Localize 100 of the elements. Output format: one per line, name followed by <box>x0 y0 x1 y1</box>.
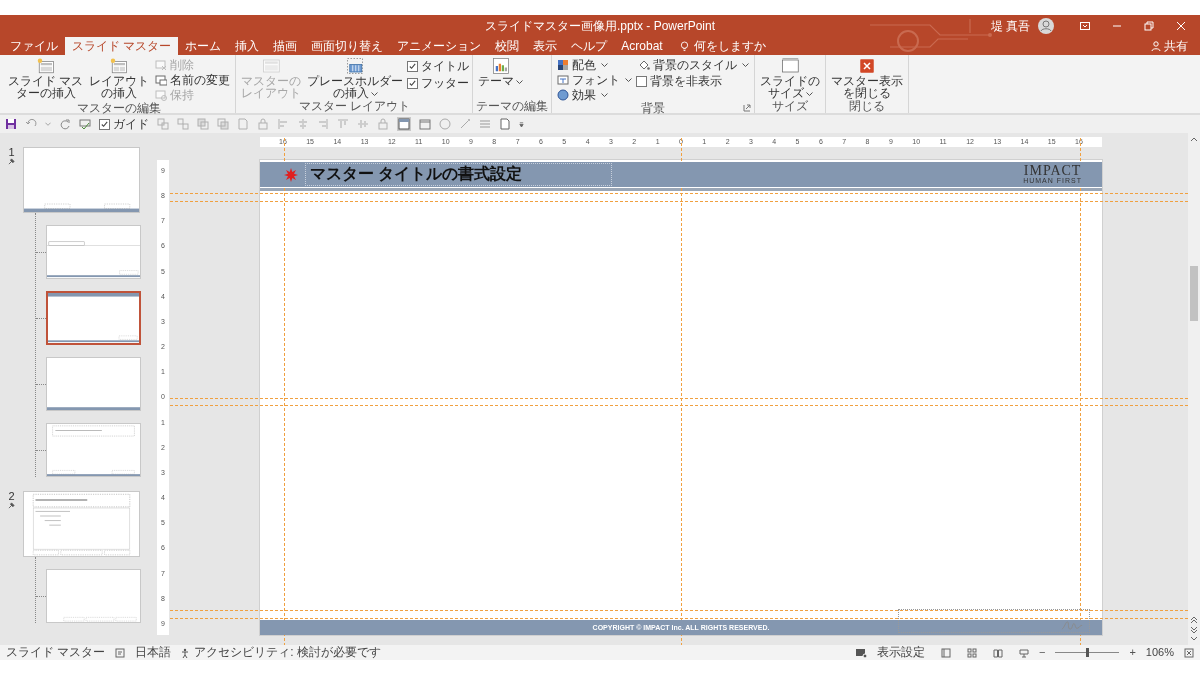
ribbon-button[interactable]: 効果 <box>555 88 635 102</box>
avatar-icon[interactable] <box>1038 18 1054 34</box>
checkbox[interactable] <box>99 118 110 130</box>
ribbon-tab[interactable]: 挿入 <box>228 37 267 55</box>
group-label: テーマの編集 <box>476 100 549 113</box>
customize-icon[interactable] <box>519 120 524 128</box>
signature-drawing <box>1061 620 1083 631</box>
zoom-out-button[interactable]: − <box>1039 645 1046 660</box>
ribbon-button[interactable]: スライド マス ターの挿入 <box>6 57 86 99</box>
zoom-slider-thumb[interactable] <box>1086 648 1090 657</box>
spelling-icon[interactable] <box>79 118 91 130</box>
group-label: マスター レイアウト <box>298 100 410 113</box>
user-name: 堤 真吾 <box>990 17 1030 35</box>
person-icon <box>1151 41 1161 51</box>
pin-icon <box>8 158 15 165</box>
slide-thumbnail[interactable] <box>46 291 141 345</box>
page-icon[interactable] <box>499 118 511 130</box>
ribbon-tab[interactable]: Acrobat <box>614 37 670 55</box>
tell-me-search[interactable]: 何をしますか <box>693 37 766 55</box>
ribbon-button[interactable]: 名前の変更 <box>153 73 233 87</box>
ribbon-button[interactable]: テーマ <box>476 57 526 87</box>
lock-icon[interactable] <box>377 118 389 130</box>
zoom-level[interactable]: 106% <box>1145 645 1174 660</box>
close-icon[interactable] <box>1176 21 1186 31</box>
group-label: 背景 <box>641 102 666 115</box>
squares-icon[interactable] <box>177 118 189 130</box>
ribbon-button[interactable]: レイアウト の挿入 <box>87 57 152 99</box>
font-icon <box>557 74 570 86</box>
squares-icon[interactable] <box>197 118 209 130</box>
display-settings-button[interactable]: 表示設定 <box>877 645 925 660</box>
slide-thumbnail[interactable] <box>46 423 141 477</box>
ribbon-button[interactable]: 背景のスタイル <box>636 58 752 72</box>
ribbon-button[interactable]: 配色 <box>555 58 635 72</box>
group-label: サイズ <box>772 100 809 113</box>
normal-view-icon[interactable] <box>941 647 951 658</box>
slide-number: 1 <box>8 147 15 158</box>
scroll-up-icon[interactable] <box>1190 616 1198 624</box>
restore-icon[interactable] <box>1144 21 1154 31</box>
language-label[interactable]: 日本語 <box>135 645 172 660</box>
page-icon[interactable] <box>237 118 249 130</box>
checkbox[interactable] <box>407 77 419 89</box>
paint-bucket-icon <box>638 59 651 71</box>
delete-slide-icon <box>155 59 168 71</box>
dialog-launcher-icon[interactable] <box>743 104 752 112</box>
scrollbar-thumb[interactable] <box>1190 266 1198 321</box>
scroll-down-icon[interactable] <box>1190 626 1198 634</box>
slide-thumbnail[interactable] <box>23 147 140 213</box>
slide-thumbnail[interactable] <box>23 491 140 557</box>
checkbox-label: タイトル <box>421 57 470 75</box>
checkbox[interactable] <box>636 75 648 87</box>
ribbon-tab[interactable]: 校閲 <box>488 37 527 55</box>
lines-icon[interactable] <box>479 118 491 130</box>
pin-icon <box>8 502 15 509</box>
grid-view-icon[interactable] <box>967 647 977 658</box>
ribbon-tab[interactable]: ファイル <box>3 37 65 55</box>
ribbon-tab[interactable]: 画面切り替え <box>304 37 391 55</box>
ribbon-button[interactable]: プレースホルダー の挿入 <box>305 57 406 99</box>
slide-thumbnail[interactable] <box>46 357 141 411</box>
scroll-down-icon[interactable] <box>1190 636 1198 642</box>
wand-icon[interactable] <box>459 118 471 130</box>
save-icon[interactable] <box>5 118 17 130</box>
star-icon <box>284 167 298 182</box>
ribbon-button[interactable]: フォント <box>555 73 635 87</box>
view-mode-label: スライド マスター <box>6 645 106 660</box>
ribbon-tab[interactable]: ヘルプ <box>564 37 615 55</box>
ribbon-tab[interactable]: ホーム <box>178 37 229 55</box>
title-placeholder[interactable]: マスター タイトルの書式設定 <box>305 163 612 186</box>
slide-icon <box>155 89 168 101</box>
presentation-icon[interactable] <box>1019 647 1029 658</box>
window-title: スライドマスター画像用.pptx - PowerPoint <box>484 17 715 35</box>
fit-to-window-icon[interactable] <box>1184 647 1194 658</box>
ribbon-tab[interactable]: アニメーション <box>390 37 489 55</box>
footer-placeholder[interactable] <box>898 609 1090 633</box>
ribbon-tab[interactable]: スライド マスター <box>65 37 179 55</box>
ribbon-tab[interactable]: 描画 <box>266 37 305 55</box>
lightbulb-icon <box>679 40 689 52</box>
display-settings-icon[interactable] <box>855 647 867 658</box>
ribbon-button[interactable]: スライドの サイズ <box>758 57 823 99</box>
zoom-in-button[interactable]: + <box>1129 645 1136 660</box>
share-button[interactable]: 共有 <box>1164 37 1188 55</box>
slide-thumbnail[interactable] <box>46 225 141 279</box>
circle-icon[interactable] <box>439 118 451 130</box>
notes-icon[interactable] <box>115 647 126 658</box>
caret-icon[interactable] <box>45 122 51 126</box>
scroll-up-icon[interactable] <box>1190 136 1198 142</box>
reading-view-icon[interactable] <box>993 647 1003 658</box>
squares-icon[interactable] <box>157 118 169 130</box>
ribbon-tab[interactable]: 表示 <box>526 37 565 55</box>
rename-icon <box>155 74 168 86</box>
frame-icon[interactable] <box>397 117 411 131</box>
lock-icon[interactable] <box>257 118 269 130</box>
slide-thumbnail[interactable] <box>46 569 141 623</box>
ribbon-button[interactable]: マスター表示 を閉じる <box>829 57 906 99</box>
squares-icon[interactable] <box>217 118 229 130</box>
redo-icon[interactable] <box>59 118 71 130</box>
ribbon-display-icon[interactable] <box>1080 21 1090 31</box>
accessibility-status[interactable]: アクセシビリティ: 検討が必要です <box>194 645 381 660</box>
checkbox[interactable] <box>407 60 419 72</box>
color-scheme-icon <box>557 59 570 71</box>
frame-icon[interactable] <box>419 118 431 130</box>
